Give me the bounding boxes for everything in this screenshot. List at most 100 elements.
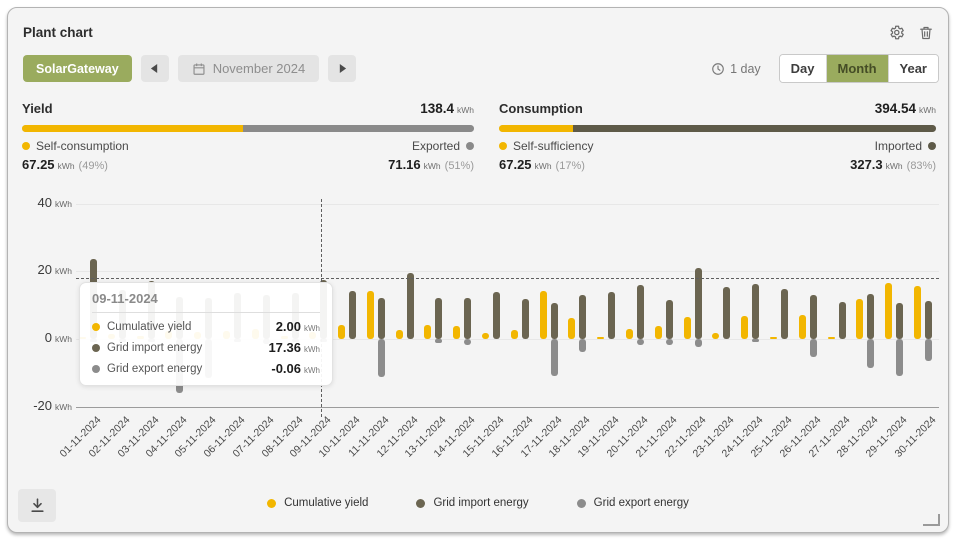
bar-cumulative-yield[interactable]	[424, 325, 431, 339]
tooltip-unit: kWh	[304, 345, 320, 354]
bar-grid-import-energy[interactable]	[522, 299, 529, 339]
bar-cumulative-yield[interactable]	[799, 315, 806, 339]
bar-cumulative-yield[interactable]	[338, 325, 345, 339]
bar-grid-import-energy[interactable]	[464, 298, 471, 339]
bar-grid-import-energy[interactable]	[781, 289, 788, 339]
y-tick-unit: kWh	[55, 402, 72, 412]
bar-grid-export-energy[interactable]	[551, 339, 558, 376]
tooltip-unit: kWh	[304, 366, 320, 375]
bar-grid-import-energy[interactable]	[896, 303, 903, 339]
bar-grid-import-energy[interactable]	[493, 292, 500, 339]
bar-cumulative-yield[interactable]	[914, 286, 921, 339]
legend-label: Grid export energy	[594, 497, 689, 509]
bar-cumulative-yield[interactable]	[568, 318, 575, 339]
legend-label: Cumulative yield	[284, 497, 368, 509]
bar-grid-export-energy[interactable]	[925, 339, 932, 361]
bar-grid-import-energy[interactable]	[579, 295, 586, 339]
bar-grid-import-energy[interactable]	[608, 292, 615, 339]
crosshair-horizontal-line	[76, 278, 939, 279]
bar-cumulative-yield[interactable]	[396, 330, 403, 339]
legend-label: Grid import energy	[433, 497, 528, 509]
y-tick-unit: kWh	[55, 199, 72, 209]
tooltip-rows: Cumulative yield2.00kWhGrid import energ…	[92, 319, 320, 376]
grid-import-energy-dot-icon	[92, 344, 100, 352]
tooltip-row: Cumulative yield2.00kWh	[92, 319, 320, 334]
bar-cumulative-yield[interactable]	[770, 337, 777, 340]
chart-legend: Cumulative yield Grid import energy Grid e…	[8, 497, 948, 509]
grid-export-energy-dot-icon	[577, 499, 586, 508]
y-axis-label: 0kWh	[8, 330, 72, 345]
tooltip-unit: kWh	[304, 324, 320, 333]
chart-tooltip: 09-11-2024 Cumulative yield2.00kWhGrid i…	[79, 282, 333, 386]
bar-cumulative-yield[interactable]	[828, 337, 835, 340]
bar-grid-export-energy[interactable]	[666, 339, 673, 345]
bar-grid-export-energy[interactable]	[752, 339, 759, 342]
bar-grid-export-energy[interactable]	[896, 339, 903, 376]
y-axis-label: 20kWh	[8, 262, 72, 277]
bar-grid-import-energy[interactable]	[666, 300, 673, 339]
y-tick-value: 20	[38, 262, 52, 277]
bar-grid-import-energy[interactable]	[349, 291, 356, 339]
tooltip-value: 17.36	[268, 340, 301, 355]
bar-grid-import-energy[interactable]	[551, 303, 558, 339]
legend-item-grid-import-energy[interactable]: Grid import energy	[416, 497, 528, 509]
gridline	[76, 407, 939, 408]
y-axis-label: 40kWh	[8, 195, 72, 210]
bar-cumulative-yield[interactable]	[856, 299, 863, 339]
tooltip-date: 09-11-2024	[92, 291, 320, 313]
bar-grid-export-energy[interactable]	[637, 339, 644, 345]
tooltip-label: Grid export energy	[107, 363, 271, 375]
bar-cumulative-yield[interactable]	[885, 283, 892, 339]
bar-grid-import-energy[interactable]	[723, 287, 730, 339]
tooltip-value: -0.06	[271, 361, 301, 376]
plant-chart-card: Plant chart SolarGateway	[7, 7, 949, 533]
bar-grid-import-energy[interactable]	[435, 298, 442, 339]
gridline	[76, 271, 939, 272]
y-tick-unit: kWh	[55, 334, 72, 344]
bar-grid-import-energy[interactable]	[637, 285, 644, 339]
bar-cumulative-yield[interactable]	[741, 316, 748, 339]
bar-grid-import-energy[interactable]	[839, 302, 846, 339]
tooltip-label: Cumulative yield	[107, 321, 276, 333]
bar-cumulative-yield[interactable]	[367, 291, 374, 339]
bar-grid-export-energy[interactable]	[579, 339, 586, 352]
bar-chart: 40kWh20kWh0kWh-20kWh01-11-202402-11-2024…	[8, 8, 948, 532]
bar-grid-export-energy[interactable]	[810, 339, 817, 357]
bar-cumulative-yield[interactable]	[684, 317, 691, 339]
grid-export-energy-dot-icon	[92, 365, 100, 373]
bar-grid-export-energy[interactable]	[867, 339, 874, 368]
legend-item-grid-export-energy[interactable]: Grid export energy	[577, 497, 689, 509]
gridline	[76, 204, 939, 205]
bar-grid-export-energy[interactable]	[464, 339, 471, 345]
bar-grid-export-energy[interactable]	[435, 339, 442, 343]
y-tick-value: 40	[38, 195, 52, 210]
bar-grid-import-energy[interactable]	[378, 298, 385, 339]
cumulative-yield-dot-icon	[267, 499, 276, 508]
bar-grid-import-energy[interactable]	[407, 273, 414, 339]
y-tick-value: -20	[33, 398, 52, 413]
bar-grid-export-energy[interactable]	[378, 339, 385, 377]
resize-handle-icon[interactable]	[923, 514, 940, 526]
bar-cumulative-yield[interactable]	[626, 329, 633, 339]
y-tick-unit: kWh	[55, 266, 72, 276]
bar-cumulative-yield[interactable]	[482, 333, 489, 339]
bar-cumulative-yield[interactable]	[655, 326, 662, 339]
cumulative-yield-dot-icon	[92, 323, 100, 331]
bar-cumulative-yield[interactable]	[540, 291, 547, 339]
tooltip-row: Grid export energy-0.06kWh	[92, 361, 320, 376]
bar-cumulative-yield[interactable]	[511, 330, 518, 339]
bar-cumulative-yield[interactable]	[453, 326, 460, 339]
bar-grid-import-energy[interactable]	[810, 295, 817, 339]
bar-grid-export-energy[interactable]	[695, 339, 702, 347]
legend-item-cumulative-yield[interactable]: Cumulative yield	[267, 497, 368, 509]
bar-grid-import-energy[interactable]	[752, 284, 759, 339]
bar-grid-import-energy[interactable]	[867, 294, 874, 339]
y-tick-value: 0	[45, 330, 52, 345]
bar-cumulative-yield[interactable]	[597, 337, 604, 340]
grid-import-energy-dot-icon	[416, 499, 425, 508]
tooltip-value: 2.00	[276, 319, 301, 334]
bar-grid-import-energy[interactable]	[925, 301, 932, 339]
tooltip-label: Grid import energy	[107, 342, 268, 354]
tooltip-row: Grid import energy17.36kWh	[92, 340, 320, 355]
y-axis-label: -20kWh	[8, 398, 72, 413]
